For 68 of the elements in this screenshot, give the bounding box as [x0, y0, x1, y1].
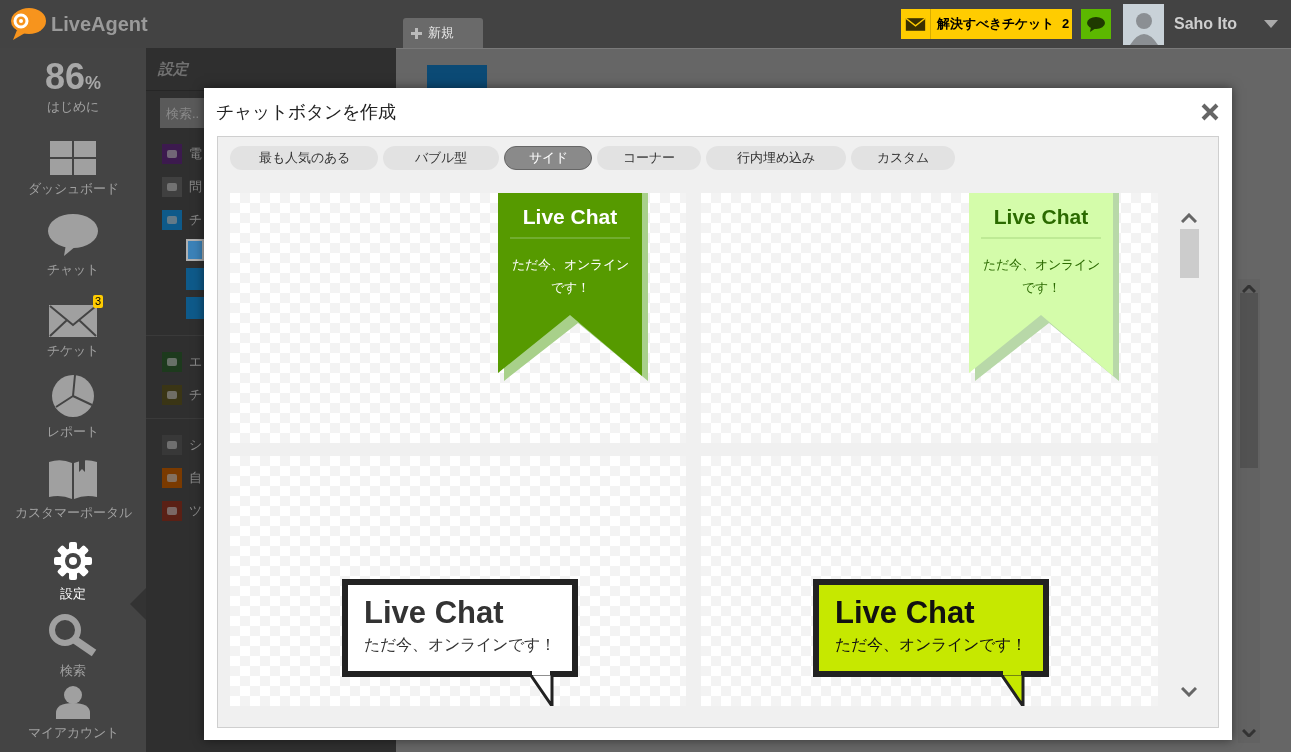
filter-tab[interactable]: カスタム: [851, 146, 955, 170]
gear-icon[interactable]: [54, 541, 92, 580]
dashboard-icon[interactable]: [50, 140, 96, 175]
settings-item[interactable]: シ: [189, 435, 202, 455]
filter-tab[interactable]: 最も人気のある: [230, 146, 378, 170]
person-icon[interactable]: [56, 684, 90, 719]
plus-icon: [411, 27, 422, 39]
pie-chart-icon[interactable]: [51, 373, 95, 418]
nav-item[interactable]: チケット: [47, 340, 99, 360]
filter-tab[interactable]: バブル型: [383, 146, 499, 170]
preview-card[interactable]: Live Chat ただ今、オンラインです！: [701, 456, 1158, 706]
envelope-icon[interactable]: [49, 304, 97, 337]
user-name[interactable]: Saho Ito: [1174, 12, 1264, 36]
bubble-text: ただ今、オンラインです！: [835, 635, 1027, 655]
bubble-text: ただ今、オンラインです！: [364, 635, 556, 655]
ribbon-title: Live Chat: [992, 204, 1090, 230]
sub-item-icon[interactable]: [186, 239, 204, 261]
settings-item[interactable]: 問: [189, 177, 202, 197]
filter-tab[interactable]: 行内埋め込み: [706, 146, 846, 170]
ribbon-text: ただ今、オンラインです！: [510, 256, 630, 297]
speech-bubble-icon[interactable]: [48, 213, 98, 256]
progress-value: 86: [44, 57, 85, 97]
tickets-count: 2: [1062, 15, 1070, 34]
logo-text: LiveAgent: [51, 12, 148, 37]
settings-item[interactable]: 自: [189, 468, 202, 488]
panel-title: 設定: [158, 58, 188, 79]
chevron-down-icon[interactable]: [1181, 687, 1197, 697]
preview-card[interactable]: Live Chat ただ今、オンラインです！: [701, 193, 1158, 443]
filter-tab[interactable]: コーナー: [597, 146, 701, 170]
scrollbar-thumb[interactable]: [1240, 293, 1258, 468]
preview-card[interactable]: Live Chat ただ今、オンラインです！: [230, 456, 686, 706]
nav-item[interactable]: レポート: [47, 421, 99, 441]
chevron-up-icon[interactable]: [1181, 213, 1197, 223]
settings-item[interactable]: エ: [189, 352, 202, 372]
ribbon-title: Live Chat: [521, 204, 619, 230]
settings-item[interactable]: ツ: [189, 501, 202, 521]
chat-button[interactable]: [1081, 9, 1111, 39]
settings-item[interactable]: チ: [189, 210, 202, 230]
scrollbar-thumb[interactable]: [1179, 229, 1199, 278]
nav-item[interactable]: カスタマーポータル: [14, 502, 132, 522]
new-tab[interactable]: 新規: [403, 18, 483, 48]
nav-item[interactable]: 設定: [60, 583, 86, 603]
close-button[interactable]: [1200, 102, 1220, 122]
settings-item[interactable]: 電: [189, 144, 202, 164]
book-icon[interactable]: [49, 458, 97, 499]
nav-item[interactable]: マイアカウント: [27, 722, 119, 742]
tickets-button[interactable]: 解決すべきチケット 2: [901, 9, 1072, 39]
ribbon-text: ただ今、オンラインです！: [981, 256, 1101, 297]
caret-icon[interactable]: [1264, 20, 1278, 28]
filter-tab[interactable]: サイド: [504, 146, 592, 170]
nav-item[interactable]: チャット: [47, 259, 99, 279]
bubble-title: Live Chat: [835, 595, 975, 631]
chevron-down-icon[interactable]: [1242, 729, 1256, 737]
settings-item[interactable]: チ: [189, 385, 202, 405]
chevron-up-icon[interactable]: [1242, 285, 1256, 293]
progress-label[interactable]: はじめに: [47, 97, 99, 117]
speech-bubble-icon: [1086, 15, 1106, 33]
bubble-title: Live Chat: [364, 595, 504, 631]
preview-card[interactable]: Live Chat ただ今、オンラインです！: [230, 193, 686, 443]
nav-item[interactable]: 検索: [60, 660, 86, 680]
scrollbar[interactable]: [1238, 279, 1260, 743]
modal-title: チャットボタンを作成: [216, 100, 396, 124]
badge: 3: [92, 294, 103, 308]
tickets-label: 解決すべきチケット: [937, 15, 1054, 34]
avatar[interactable]: [1123, 3, 1164, 45]
search-icon[interactable]: [48, 612, 98, 657]
progress-unit: %: [85, 73, 102, 95]
nav-item[interactable]: ダッシュボード: [27, 178, 119, 198]
